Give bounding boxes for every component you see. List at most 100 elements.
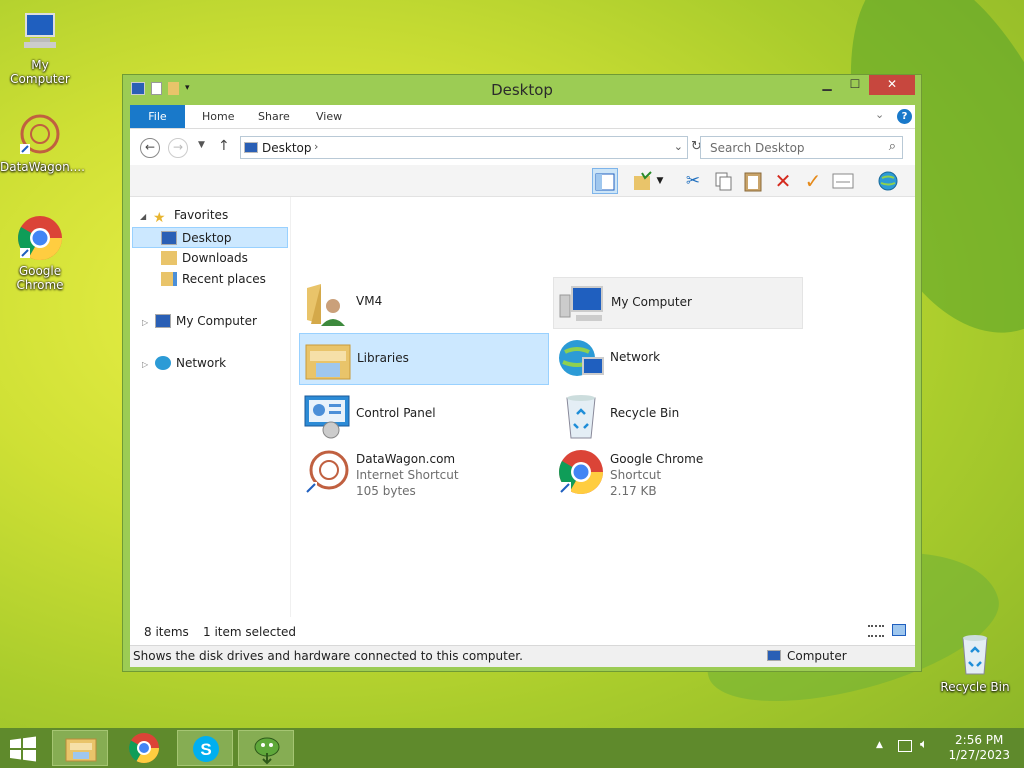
taskbar-app[interactable] [238, 730, 294, 766]
search-field[interactable]: Search Desktop ⌕ [700, 136, 903, 159]
volume-icon[interactable]: 🔈︎ [920, 737, 928, 752]
nav-label: Downloads [182, 251, 248, 265]
minimize-button[interactable]: ▁ [813, 75, 841, 95]
desktop-icon-datawagon[interactable]: DataWagon.... [0, 110, 85, 174]
taskbar-skype[interactable]: S [177, 730, 233, 766]
nav-label: Network [175, 356, 227, 370]
expand-arrow-icon[interactable]: ◢ [140, 212, 146, 221]
address-bar[interactable]: Desktop › ⌄ [240, 136, 688, 159]
recent-locations-icon[interactable]: ▼ [198, 140, 205, 150]
chevron-down-icon[interactable]: ⌄ [875, 108, 884, 121]
file-list: VM4 My Computer Libraries Network Contro… [290, 197, 915, 617]
globe-icon[interactable] [875, 168, 901, 194]
item-size: 2.17 KB [610, 484, 657, 498]
item-type: Internet Shortcut [356, 468, 459, 482]
item-name: Libraries [357, 351, 409, 365]
nav-favorites[interactable]: ◢ ★ Favorites [140, 205, 228, 226]
chevron-down-icon[interactable]: ⌄ [674, 140, 683, 153]
nav-recent-places[interactable]: Recent places [161, 269, 266, 290]
desktop-icon-google-chrome[interactable]: Google Chrome [0, 214, 80, 292]
clock-time: 2:56 PM [955, 733, 1004, 747]
item-network[interactable]: Network [553, 333, 803, 385]
nav-desktop[interactable]: Desktop [132, 227, 288, 248]
chevron-down-icon[interactable]: ▼ [654, 168, 666, 194]
item-name: Control Panel [356, 406, 436, 420]
folder-options-icon[interactable] [630, 168, 656, 194]
desktop-icon-recycle-bin[interactable]: Recycle Bin [935, 630, 1015, 694]
window-title: Desktop [491, 81, 553, 99]
taskbar-file-explorer[interactable] [52, 730, 108, 766]
nav-label: Desktop [182, 231, 232, 245]
datawagon-icon [303, 448, 351, 496]
item-name: Network [610, 350, 661, 364]
up-icon[interactable]: ↑ [218, 138, 230, 154]
network-tray-icon[interactable] [898, 740, 912, 752]
item-my-computer[interactable]: My Computer [553, 277, 803, 329]
start-button[interactable] [8, 736, 38, 762]
address-path[interactable]: Desktop [262, 141, 312, 155]
title-bar[interactable]: ▾ Desktop ▁ ☐ ✕ [123, 75, 921, 105]
cut-icon[interactable]: ✂ [680, 168, 706, 194]
recycle-bin-icon [557, 392, 605, 440]
details-view-icon[interactable] [868, 625, 884, 637]
item-count: 8 items [144, 625, 189, 639]
expand-arrow-icon[interactable]: ▷ [142, 360, 148, 369]
rename-icon[interactable]: ✓ [800, 168, 826, 194]
desktop-icon-label: Google Chrome [16, 264, 64, 292]
desktop-icon-my-computer[interactable]: My Computer [0, 8, 80, 86]
clock-date: 1/27/2023 [948, 748, 1010, 762]
delete-icon[interactable]: ✕ [770, 168, 796, 194]
forward-button[interactable]: → [168, 138, 188, 158]
taskbar: S ▲ 🔈︎ 2:56 PM 1/27/2023 [0, 728, 1024, 768]
item-vm4[interactable]: VM4 [299, 277, 549, 329]
downloads-icon [161, 250, 177, 265]
download-manager-icon [254, 737, 280, 765]
search-icon[interactable]: ⌕ [889, 139, 896, 154]
network-icon [557, 336, 605, 384]
breadcrumb-chevron-icon[interactable]: › [314, 140, 318, 153]
nav-label: Favorites [173, 208, 229, 222]
item-recycle-bin[interactable]: Recycle Bin [553, 389, 803, 441]
nav-my-computer[interactable]: ▷ My Computer [142, 311, 257, 332]
recycle-bin-icon [951, 630, 999, 678]
item-google-chrome[interactable]: Google Chrome Shortcut 2.17 KB [553, 445, 803, 498]
tab-file[interactable]: File [130, 105, 185, 128]
show-hidden-icons-icon[interactable]: ▲ [876, 740, 883, 750]
help-icon[interactable]: ? [897, 109, 912, 124]
svg-text:S: S [200, 740, 211, 759]
back-button[interactable]: ← [140, 138, 160, 158]
item-name: My Computer [611, 295, 692, 309]
computer-small-icon [244, 142, 258, 153]
command-toolbar: ▼ ✂ ✕ ✓ [130, 165, 915, 197]
explorer-window: ▾ Desktop ▁ ☐ ✕ File Home Share View ⌄ ?… [122, 74, 922, 672]
star-icon: ★ [152, 209, 166, 226]
file-explorer-icon [65, 738, 97, 762]
preview-pane-icon[interactable] [592, 168, 618, 194]
item-size: 105 bytes [356, 484, 416, 498]
nav-network[interactable]: ▷ Network [142, 353, 226, 374]
tab-view[interactable]: View [302, 105, 356, 128]
navigation-pane: ◢ ★ Favorites Desktop Downloads Recent pl… [130, 197, 290, 617]
item-datawagon[interactable]: DataWagon.com Internet Shortcut 105 byte… [299, 445, 549, 498]
computer-icon [154, 313, 171, 328]
paste-icon[interactable] [740, 168, 766, 194]
close-button[interactable]: ✕ [869, 75, 915, 95]
tab-share[interactable]: Share [244, 105, 304, 128]
copy-icon[interactable] [710, 168, 736, 194]
expand-arrow-icon[interactable]: ▷ [142, 318, 148, 327]
chrome-icon [557, 448, 605, 496]
large-icons-view-icon[interactable] [892, 624, 906, 636]
tab-home[interactable]: Home [188, 105, 248, 128]
datawagon-icon [16, 110, 64, 158]
status-location: Computer [787, 649, 847, 663]
clock[interactable]: 2:56 PM 1/27/2023 [948, 733, 1010, 763]
nav-downloads[interactable]: Downloads [161, 248, 248, 269]
item-name: Google Chrome [610, 452, 704, 466]
item-control-panel[interactable]: Control Panel [299, 389, 549, 441]
maximize-button[interactable]: ☐ [841, 75, 869, 95]
taskbar-chrome[interactable] [116, 730, 172, 766]
item-libraries[interactable]: Libraries [299, 333, 549, 385]
properties-icon[interactable] [830, 168, 856, 194]
ribbon: File Home Share View ⌄ ? [130, 105, 915, 129]
control-panel-icon [303, 392, 351, 440]
